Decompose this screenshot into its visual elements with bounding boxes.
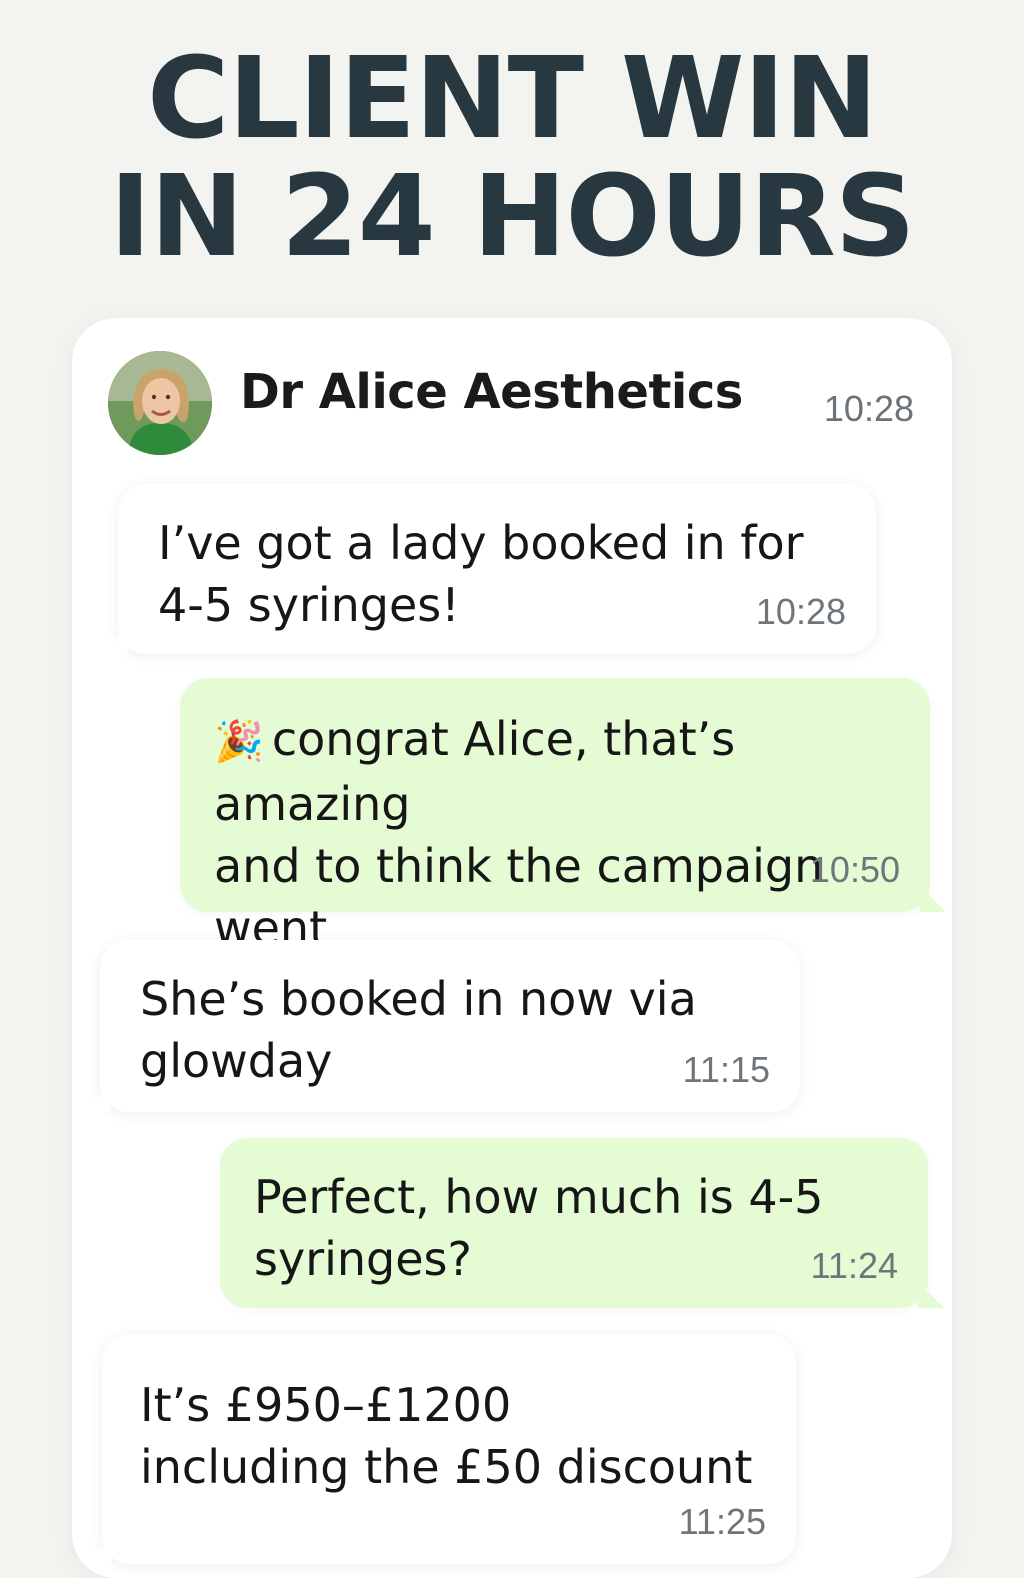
message-bubble-incoming[interactable]: She’s booked in now via glowday 11:15 [84, 940, 800, 1112]
bubble-tail [102, 628, 128, 654]
message-bubble-incoming[interactable]: I’ve got a lady booked in for 4-5 syring… [102, 484, 876, 654]
message-timestamp: 10:28 [755, 591, 846, 632]
bubble-tail [84, 1086, 110, 1112]
avatar[interactable] [108, 351, 212, 455]
message-bubble-outgoing[interactable]: Perfect, how much is 4-5 syringes? 11:24 [220, 1138, 944, 1308]
message-text: Perfect, how much is 4-5 syringes? [254, 1170, 824, 1286]
message-timestamp: 11:24 [810, 1245, 898, 1286]
message-timestamp: 11:15 [682, 1049, 770, 1090]
message-bubble-outgoing[interactable]: 🎉 congrat Alice, that’s amazing and to th… [180, 678, 946, 1017]
headline: CLIENT WIN IN 24 HOURS [0, 40, 1024, 276]
headline-line-2: IN 24 HOURS [109, 152, 915, 282]
message-timestamp: 11:25 [678, 1501, 766, 1542]
message-bubble-incoming[interactable]: It’s £950–£1200 including the £50 discou… [86, 1334, 796, 1564]
message-text: She’s booked in now via glowday [140, 972, 697, 1088]
message-text: It’s £950–£1200 including the £50 discou… [140, 1378, 753, 1494]
chat-header[interactable]: Dr Alice Aesthetics 10:28 [72, 318, 952, 468]
message-timestamp: 10:50 [809, 849, 900, 890]
chat-card: Dr Alice Aesthetics 10:28 I’ve got a lad… [72, 318, 952, 1578]
contact-name: Dr Alice Aesthetics [240, 364, 743, 420]
bubble-tail [918, 1282, 944, 1308]
headline-line-1: CLIENT WIN [147, 34, 878, 164]
bubble-tail [920, 886, 946, 912]
message-text: I’ve got a lady booked in for 4-5 syring… [158, 516, 804, 632]
party-popper-icon: 🎉 [214, 719, 264, 765]
bubble-tail [86, 1538, 112, 1564]
header-timestamp: 10:28 [823, 388, 914, 429]
person-photo-avatar-icon [108, 351, 212, 455]
